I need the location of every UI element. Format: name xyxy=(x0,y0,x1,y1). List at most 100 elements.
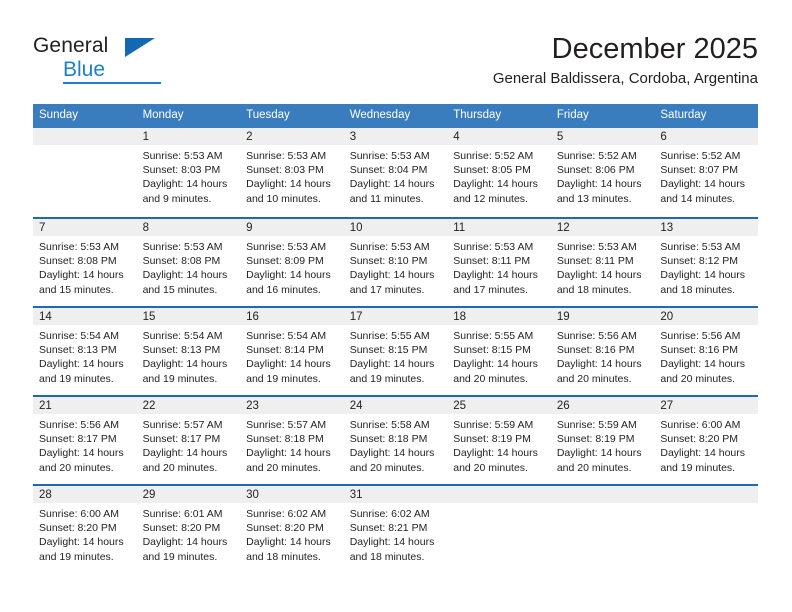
day-cell[interactable]: 25 Sunrise: 5:59 AM Sunset: 8:19 PM Dayligh… xyxy=(447,395,551,484)
day-cell[interactable]: 12 Sunrise: 5:53 AM Sunset: 8:11 PM Dayligh… xyxy=(550,217,655,306)
day-cell-inner: 7 Sunrise: 5:53 AM Sunset: 8:08 PM Daylight… xyxy=(33,217,137,306)
day-number: 26 xyxy=(550,397,655,414)
sunset-text: Sunset: 8:19 PM xyxy=(556,433,635,446)
daylight-text-line1: Daylight: 14 hours xyxy=(660,358,746,371)
day-cell[interactable]: 10 Sunrise: 5:53 AM Sunset: 8:10 PM Dayligh… xyxy=(343,217,448,306)
day-cell[interactable]: 19 Sunrise: 5:56 AM Sunset: 8:16 PM Dayligh… xyxy=(550,306,655,395)
day-cell-details: Sunrise: 5:52 AM Sunset: 8:06 PM Daylight:… xyxy=(551,145,655,206)
weekday-header-monday: Monday xyxy=(136,104,241,128)
day-cell[interactable]: 23 Sunrise: 5:57 AM Sunset: 8:18 PM Dayligh… xyxy=(240,395,344,484)
calendar-week-row: 21 Sunrise: 5:56 AM Sunset: 8:17 PM Dayligh… xyxy=(33,395,758,484)
day-number: 12 xyxy=(550,219,655,236)
daylight-text-line1: Daylight: 14 hours xyxy=(556,269,642,282)
day-cell[interactable]: 21 Sunrise: 5:56 AM Sunset: 8:17 PM Dayligh… xyxy=(33,395,137,484)
day-number: 27 xyxy=(654,397,758,414)
day-number: 20 xyxy=(654,308,758,325)
calendar-table: Sunday Monday Tuesday Wednesday Thursday Frid… xyxy=(33,104,758,573)
day-cell[interactable]: 30 Sunrise: 6:02 AM Sunset: 8:20 PM Dayligh… xyxy=(240,484,344,573)
day-cell-inner: 9 Sunrise: 5:53 AM Sunset: 8:09 PM Daylight… xyxy=(240,217,344,306)
sunset-text: Sunset: 8:18 PM xyxy=(246,433,324,446)
day-cell-details: Sunrise: 5:53 AM Sunset: 8:08 PM Daylight:… xyxy=(137,236,241,297)
day-cell[interactable]: 7 Sunrise: 5:53 AM Sunset: 8:08 PM Daylight… xyxy=(33,217,137,306)
day-cell[interactable]: 17 Sunrise: 5:55 AM Sunset: 8:15 PM Dayligh… xyxy=(343,306,448,395)
day-cell-inner xyxy=(447,484,551,573)
day-cell-details: Sunrise: 5:56 AM Sunset: 8:17 PM Daylight:… xyxy=(33,414,137,475)
day-number xyxy=(550,486,655,503)
day-cell[interactable]: 14 Sunrise: 5:54 AM Sunset: 8:13 PM Dayligh… xyxy=(33,306,137,395)
day-cell-details: Sunrise: 5:53 AM Sunset: 8:12 PM Daylight:… xyxy=(654,236,758,297)
day-cell-details: Sunrise: 5:54 AM Sunset: 8:14 PM Daylight:… xyxy=(240,325,344,386)
sunrise-text: Sunrise: 5:54 AM xyxy=(39,330,119,342)
sunset-text: Sunset: 8:21 PM xyxy=(349,522,428,535)
day-cell[interactable]: 28 Sunrise: 6:00 AM Sunset: 8:20 PM Dayligh… xyxy=(33,484,137,573)
day-cell[interactable]: 2 Sunrise: 5:53 AM Sunset: 8:03 PM Daylight… xyxy=(240,128,344,217)
calendar-week-row: 7 Sunrise: 5:53 AM Sunset: 8:08 PM Daylight… xyxy=(33,217,758,306)
daylight-text-line1: Daylight: 14 hours xyxy=(660,178,746,191)
daylight-text-line2: and 20 minutes. xyxy=(453,461,528,474)
daylight-text-line2: and 20 minutes. xyxy=(453,372,528,385)
day-cell[interactable]: 8 Sunrise: 5:53 AM Sunset: 8:08 PM Daylight… xyxy=(136,217,241,306)
sunrise-text: Sunrise: 5:53 AM xyxy=(453,241,534,253)
sunset-text: Sunset: 8:05 PM xyxy=(453,164,531,177)
day-number: 22 xyxy=(136,397,241,414)
day-cell-inner: 20 Sunrise: 5:56 AM Sunset: 8:16 PM Dayligh… xyxy=(654,306,758,395)
day-cell-details: Sunrise: 5:59 AM Sunset: 8:19 PM Daylight:… xyxy=(551,414,655,475)
day-cell[interactable]: 9 Sunrise: 5:53 AM Sunset: 8:09 PM Daylight… xyxy=(240,217,344,306)
day-cell-details: Sunrise: 5:53 AM Sunset: 8:03 PM Daylight:… xyxy=(137,145,241,206)
sunset-text: Sunset: 8:11 PM xyxy=(556,255,634,268)
day-number: 3 xyxy=(343,128,448,145)
day-cell[interactable]: 31 Sunrise: 6:02 AM Sunset: 8:21 PM Dayligh… xyxy=(343,484,448,573)
sunset-text: Sunset: 8:03 PM xyxy=(142,164,221,177)
day-cell-inner: 13 Sunrise: 5:53 AM Sunset: 8:12 PM Dayligh… xyxy=(654,217,758,306)
day-cell[interactable]: 4 Sunrise: 5:52 AM Sunset: 8:05 PM Daylight… xyxy=(447,128,551,217)
day-cell[interactable]: 24 Sunrise: 5:58 AM Sunset: 8:18 PM Dayligh… xyxy=(343,395,448,484)
day-cell-details: Sunrise: 5:55 AM Sunset: 8:15 PM Daylight:… xyxy=(447,325,551,386)
sunrise-text: Sunrise: 5:58 AM xyxy=(349,419,430,431)
day-cell[interactable]: 15 Sunrise: 5:54 AM Sunset: 8:13 PM Dayligh… xyxy=(136,306,241,395)
day-cell[interactable]: 18 Sunrise: 5:55 AM Sunset: 8:15 PM Dayligh… xyxy=(447,306,551,395)
day-cell-inner: 22 Sunrise: 5:57 AM Sunset: 8:17 PM Dayligh… xyxy=(136,395,241,484)
day-cell[interactable]: 5 Sunrise: 5:52 AM Sunset: 8:06 PM Daylight… xyxy=(550,128,655,217)
sunset-text: Sunset: 8:17 PM xyxy=(39,433,117,446)
sunset-text: Sunset: 8:09 PM xyxy=(246,255,324,268)
day-cell[interactable]: 27 Sunrise: 6:00 AM Sunset: 8:20 PM Dayligh… xyxy=(654,395,758,484)
daylight-text-line1: Daylight: 14 hours xyxy=(142,269,228,282)
logo-underline xyxy=(63,82,161,84)
day-cell[interactable]: 1 Sunrise: 5:53 AM Sunset: 8:03 PM Daylight… xyxy=(136,128,241,217)
day-cell-inner: 6 Sunrise: 5:52 AM Sunset: 8:07 PM Daylight… xyxy=(654,128,758,217)
daylight-text-line2: and 20 minutes. xyxy=(556,372,632,385)
day-cell[interactable]: 6 Sunrise: 5:52 AM Sunset: 8:07 PM Daylight… xyxy=(654,128,758,217)
daylight-text-line1: Daylight: 14 hours xyxy=(142,536,228,549)
day-cell[interactable]: 22 Sunrise: 5:57 AM Sunset: 8:17 PM Dayligh… xyxy=(136,395,241,484)
sunrise-text: Sunrise: 5:53 AM xyxy=(142,150,223,162)
daylight-text-line2: and 18 minutes. xyxy=(246,550,321,563)
daylight-text-line2: and 17 minutes. xyxy=(453,283,528,296)
day-cell[interactable]: 29 Sunrise: 6:01 AM Sunset: 8:20 PM Dayligh… xyxy=(136,484,241,573)
day-number: 16 xyxy=(240,308,344,325)
day-cell-inner: 28 Sunrise: 6:00 AM Sunset: 8:20 PM Dayligh… xyxy=(33,484,137,573)
day-cell[interactable]: 11 Sunrise: 5:53 AM Sunset: 8:11 PM Dayligh… xyxy=(447,217,551,306)
daylight-text-line2: and 18 minutes. xyxy=(349,550,425,563)
day-number: 15 xyxy=(136,308,241,325)
daylight-text-line2: and 15 minutes. xyxy=(142,283,218,296)
sunset-text: Sunset: 8:13 PM xyxy=(39,344,117,357)
weekday-header-sunday: Sunday xyxy=(33,104,137,128)
day-number: 13 xyxy=(654,219,758,236)
day-cell[interactable]: 16 Sunrise: 5:54 AM Sunset: 8:14 PM Dayligh… xyxy=(240,306,344,395)
sunrise-text: Sunrise: 6:02 AM xyxy=(349,508,430,520)
sunset-text: Sunset: 8:11 PM xyxy=(453,255,531,268)
general-blue-logo[interactable]: General Blue xyxy=(33,33,163,89)
sunrise-text: Sunrise: 5:56 AM xyxy=(660,330,741,342)
sunrise-text: Sunrise: 5:54 AM xyxy=(142,330,223,342)
day-number: 24 xyxy=(343,397,448,414)
day-cell[interactable]: 3 Sunrise: 5:53 AM Sunset: 8:04 PM Daylight… xyxy=(343,128,448,217)
sunrise-text: Sunrise: 5:54 AM xyxy=(246,330,327,342)
day-cell[interactable]: 13 Sunrise: 5:53 AM Sunset: 8:12 PM Dayligh… xyxy=(654,217,758,306)
daylight-text-line1: Daylight: 14 hours xyxy=(246,269,331,282)
daylight-text-line2: and 11 minutes. xyxy=(349,192,424,205)
daylight-text-line1: Daylight: 14 hours xyxy=(349,447,435,460)
day-cell[interactable]: 26 Sunrise: 5:59 AM Sunset: 8:19 PM Dayligh… xyxy=(550,395,655,484)
day-number: 9 xyxy=(240,219,344,236)
day-cell-details: Sunrise: 5:53 AM Sunset: 8:10 PM Daylight:… xyxy=(344,236,448,297)
day-cell[interactable]: 20 Sunrise: 5:56 AM Sunset: 8:16 PM Dayligh… xyxy=(654,306,758,395)
